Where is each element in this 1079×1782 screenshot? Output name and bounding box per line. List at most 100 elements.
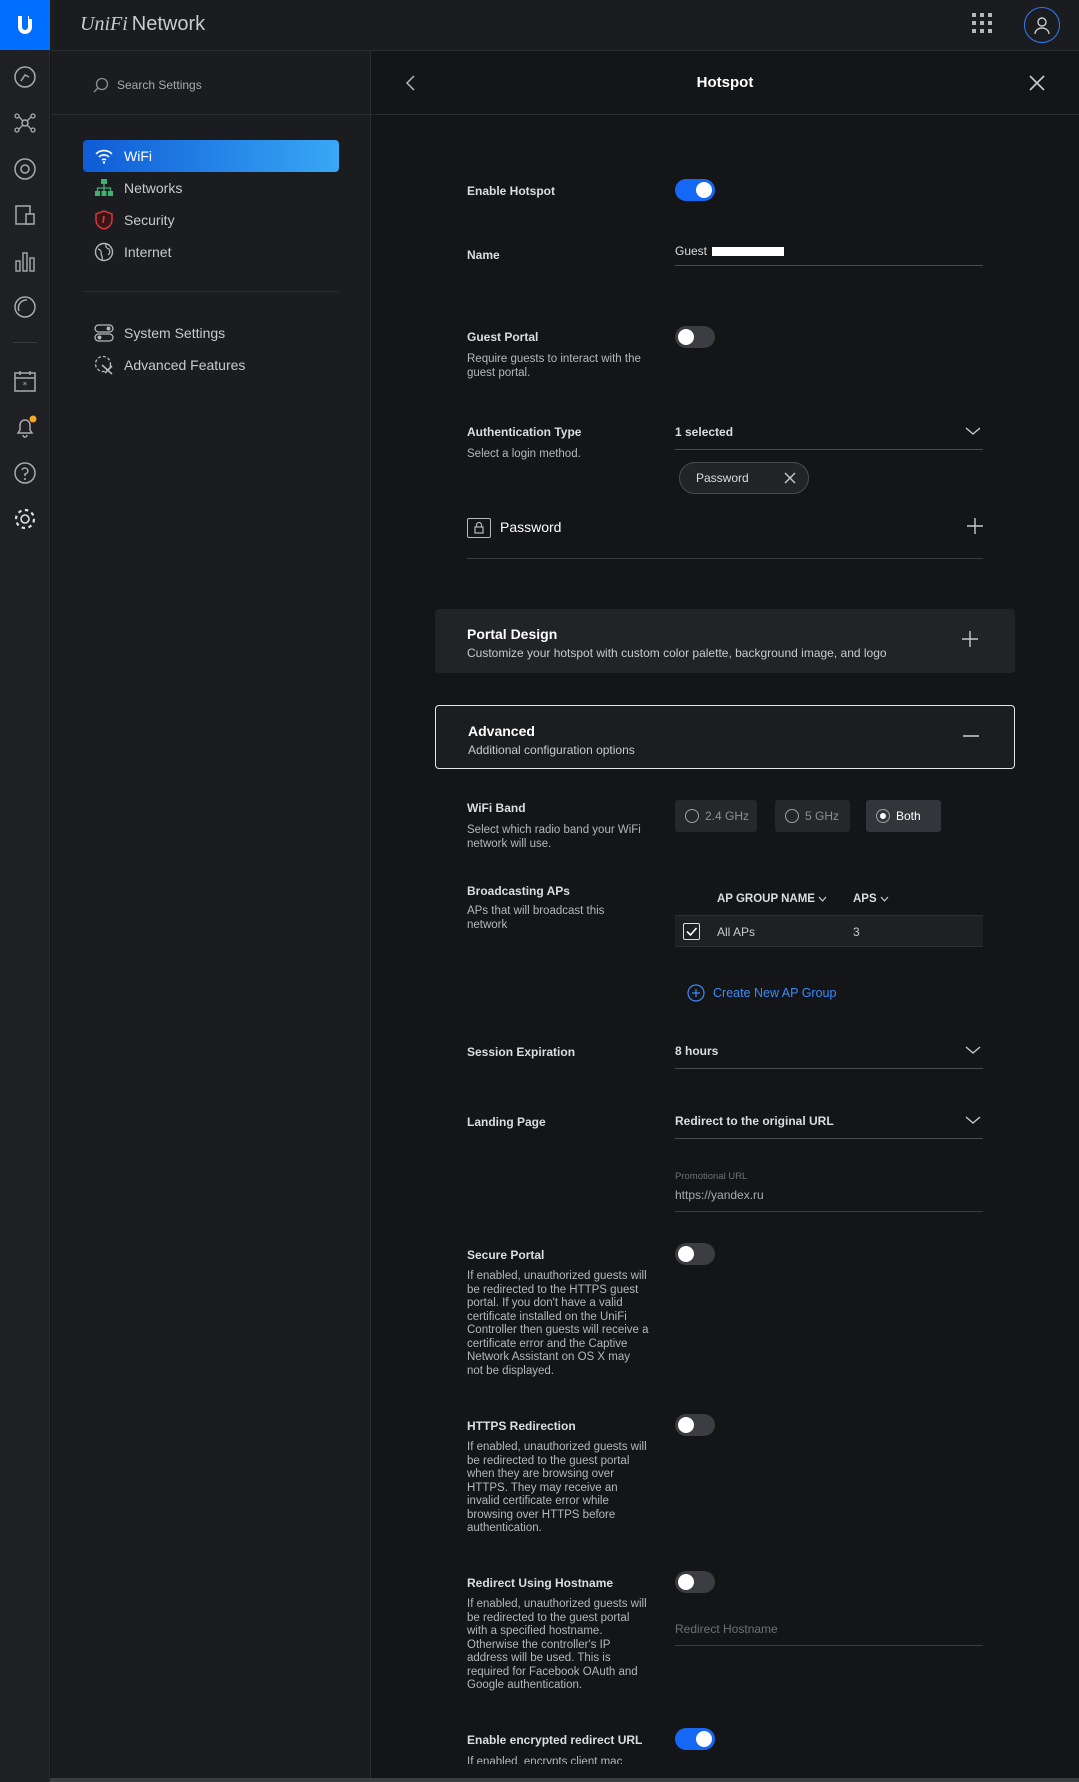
https-redirection-toggle[interactable] xyxy=(675,1414,715,1436)
auth-type-select[interactable]: 1 selected xyxy=(675,425,983,450)
landing-page-label: Landing Page xyxy=(467,1115,546,1129)
create-ap-group-link[interactable]: Create New AP Group xyxy=(687,984,836,1002)
clients-icon[interactable] xyxy=(12,202,38,228)
band-option-2-4ghz[interactable]: 2.4 GHz xyxy=(675,800,757,832)
session-expiration-label: Session Expiration xyxy=(467,1045,576,1059)
redirect-hostname-input[interactable]: Redirect Hostname xyxy=(675,1622,983,1646)
shield-icon xyxy=(93,209,115,231)
search-icon xyxy=(93,77,109,93)
table-row[interactable]: All APs 3 xyxy=(675,915,983,947)
horizontal-scrollbar[interactable] xyxy=(50,1778,1079,1782)
aps-count-cell: 3 xyxy=(853,925,860,939)
nav-item-advanced-features[interactable]: Advanced Features xyxy=(83,349,339,381)
nav-item-label: WiFi xyxy=(124,148,152,164)
close-icon[interactable] xyxy=(1027,73,1047,93)
band-option-both[interactable]: Both xyxy=(866,800,941,832)
dashboard-icon[interactable] xyxy=(12,64,38,90)
toggles-icon xyxy=(93,322,115,344)
name-input[interactable]: Guest xyxy=(675,244,983,266)
unifi-logo[interactable] xyxy=(0,0,50,50)
auth-type-value: 1 selected xyxy=(675,425,734,439)
session-expiration-value: 8 hours xyxy=(675,1044,719,1058)
band-option-5ghz[interactable]: 5 GHz xyxy=(775,800,850,832)
add-circle-icon xyxy=(687,984,705,1002)
nav-item-label: Advanced Features xyxy=(124,357,246,373)
password-row[interactable]: Password xyxy=(467,512,983,559)
nav-item-label: Internet xyxy=(124,244,172,260)
lock-icon xyxy=(467,518,491,538)
nav-item-label: Networks xyxy=(124,180,183,196)
expand-plus-icon[interactable] xyxy=(962,631,978,652)
redirect-hostname-label: Redirect Using Hostname xyxy=(467,1576,614,1590)
help-icon[interactable] xyxy=(12,460,38,486)
auth-type-label: Authentication Type xyxy=(467,425,582,439)
advanced-card[interactable]: Advanced Additional configuration option… xyxy=(435,705,1015,769)
wifi-band-label: WiFi Band xyxy=(467,801,526,815)
guest-portal-toggle[interactable] xyxy=(675,326,715,348)
band-option-label: 2.4 GHz xyxy=(705,809,750,823)
apps-grid-icon[interactable] xyxy=(972,13,996,37)
row-checkbox[interactable] xyxy=(683,923,700,940)
promo-url-label: Promotional URL xyxy=(675,1171,748,1182)
rail-divider xyxy=(13,342,37,343)
create-ap-group-label: Create New AP Group xyxy=(713,986,837,1000)
collapse-minus-icon[interactable] xyxy=(963,728,979,749)
portal-design-card[interactable]: Portal Design Customize your hotspot wit… xyxy=(435,609,1015,673)
name-label: Name xyxy=(467,248,500,262)
encrypted-redirect-toggle[interactable] xyxy=(675,1728,715,1750)
guest-portal-label: Guest Portal xyxy=(467,330,539,344)
tools-icon xyxy=(93,354,115,376)
enable-hotspot-toggle[interactable] xyxy=(675,179,715,201)
broadcasting-aps-desc: APs that will broadcast this network xyxy=(467,905,605,931)
devices-icon[interactable] xyxy=(12,156,38,182)
secure-portal-toggle[interactable] xyxy=(675,1243,715,1265)
name-value: Guest xyxy=(675,244,708,258)
wifi-icon xyxy=(93,145,115,167)
nav-item-networks[interactable]: Networks xyxy=(83,172,339,204)
secure-portal-label: Secure Portal xyxy=(467,1248,545,1262)
band-option-label: Both xyxy=(896,809,921,823)
col-header-aps[interactable]: APS xyxy=(853,893,889,905)
promo-url-input[interactable]: https://yandex.ru xyxy=(675,1188,983,1212)
notifications-icon[interactable] xyxy=(12,414,38,440)
brand-title: UniFi Network xyxy=(80,13,206,35)
chevron-down-icon xyxy=(965,1044,981,1058)
portal-design-title: Portal Design xyxy=(467,626,558,642)
nav-item-system-settings[interactable]: System Settings xyxy=(83,317,339,349)
landing-page-select[interactable]: Redirect to the original URL xyxy=(675,1114,983,1139)
remove-chip-icon[interactable] xyxy=(784,472,796,487)
advanced-desc: Additional configuration options xyxy=(468,743,635,757)
settings-gear-icon[interactable] xyxy=(12,506,38,532)
search-settings[interactable]: Search Settings xyxy=(93,77,202,93)
app-rail: * xyxy=(0,0,50,1782)
wifi-band-desc: Select which radio band your WiFi networ… xyxy=(467,824,641,850)
nav-divider xyxy=(51,114,371,115)
session-expiration-select[interactable]: 8 hours xyxy=(675,1044,983,1069)
https-redirection-label: HTTPS Redirection xyxy=(467,1419,576,1433)
user-avatar-icon[interactable] xyxy=(1024,7,1060,43)
nav-item-internet[interactable]: Internet xyxy=(83,236,339,268)
insights-icon[interactable] xyxy=(12,294,38,320)
promo-url-value: https://yandex.ru xyxy=(675,1188,764,1202)
redirect-hostname-toggle[interactable] xyxy=(675,1571,715,1593)
panel-title: Hotspot xyxy=(696,74,754,91)
events-icon[interactable]: * xyxy=(12,368,38,394)
hotspot-panel: Hotspot Enable Hotspot Name Guest Guest … xyxy=(371,51,1079,1782)
plus-icon[interactable] xyxy=(967,518,983,539)
chevron-down-icon xyxy=(965,1114,981,1128)
chip-label: Password xyxy=(696,471,749,485)
col-header-ap-group-name[interactable]: AP GROUP NAME xyxy=(717,893,827,905)
topology-icon[interactable] xyxy=(12,110,38,136)
guest-portal-desc: Require guests to interact with the gues… xyxy=(467,353,641,379)
nav-item-security[interactable]: Security xyxy=(83,204,339,236)
search-placeholder: Search Settings xyxy=(117,78,202,92)
band-option-label: 5 GHz xyxy=(805,809,840,823)
statistics-icon[interactable] xyxy=(12,248,38,274)
broadcasting-aps-label: Broadcasting APs xyxy=(467,884,570,898)
settings-nav: Search Settings WiFi Networks Security I… xyxy=(51,51,371,1782)
advanced-title: Advanced xyxy=(468,723,535,739)
chevron-down-icon xyxy=(965,425,981,439)
landing-page-value: Redirect to the original URL xyxy=(675,1114,834,1128)
password-chip: Password xyxy=(679,462,809,494)
nav-item-wifi[interactable]: WiFi xyxy=(83,140,339,172)
